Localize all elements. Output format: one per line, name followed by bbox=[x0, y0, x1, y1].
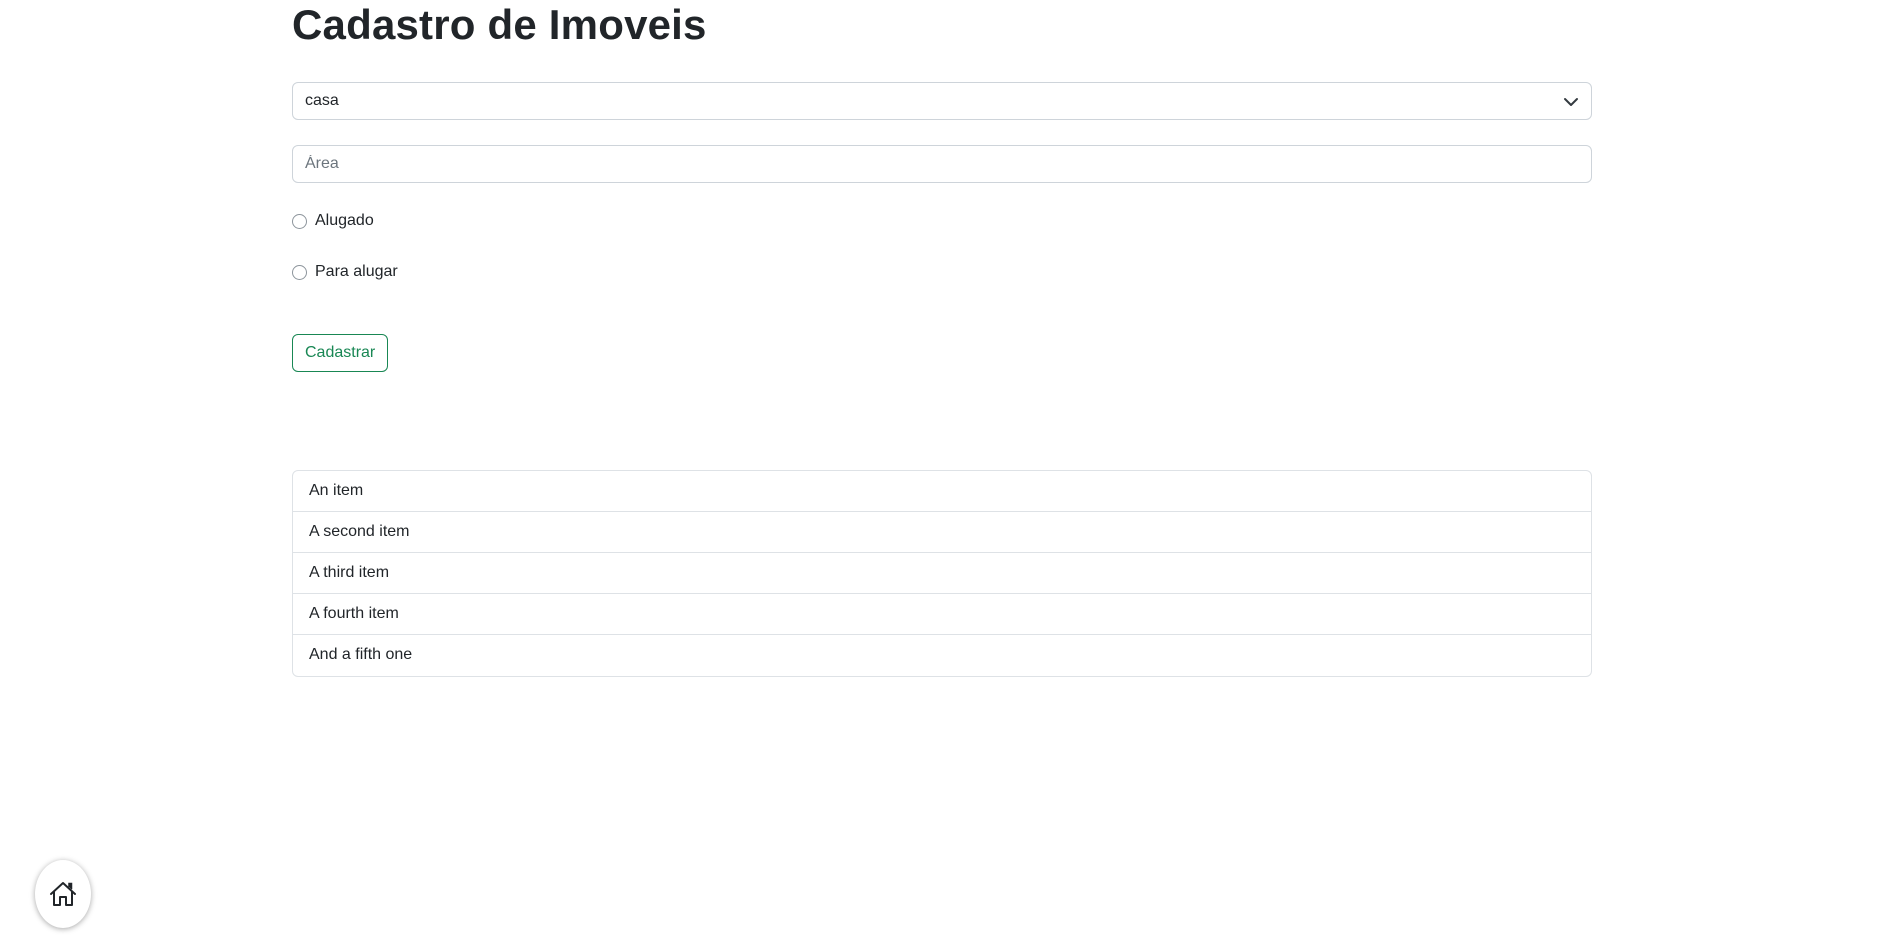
list-item: A second item bbox=[293, 512, 1591, 553]
list-item: An item bbox=[293, 471, 1591, 512]
items-list: An item A second item A third item A fou… bbox=[292, 470, 1592, 677]
area-input[interactable] bbox=[292, 145, 1592, 183]
home-button[interactable] bbox=[35, 860, 91, 928]
list-item: And a fifth one bbox=[309, 646, 413, 663]
radio-alugado-circle[interactable] bbox=[292, 213, 307, 229]
radio-para-alugar-circle[interactable] bbox=[292, 264, 307, 280]
list-item: A fourth item bbox=[293, 594, 1591, 635]
radio-alugado-label[interactable]: Alugado bbox=[315, 212, 374, 230]
cadastrar-button[interactable]: Cadastrar bbox=[292, 334, 389, 372]
chevron-down-icon bbox=[1564, 98, 1578, 106]
home-icon bbox=[50, 882, 76, 906]
property-type-select[interactable]: casa bbox=[292, 82, 1592, 120]
radio-para-alugar-label[interactable]: Para alugar bbox=[315, 263, 398, 281]
radio-alugado[interactable]: Alugado bbox=[292, 209, 1592, 233]
main-container: Cadastro de Imoveis casa Alugado Para al… bbox=[292, 0, 1592, 677]
radio-para-alugar[interactable]: Para alugar bbox=[292, 260, 1592, 284]
list-item: A third item bbox=[293, 553, 1591, 594]
page-title: Cadastro de Imoveis bbox=[292, 1, 707, 48]
property-type-selected-value: casa bbox=[305, 92, 339, 109]
